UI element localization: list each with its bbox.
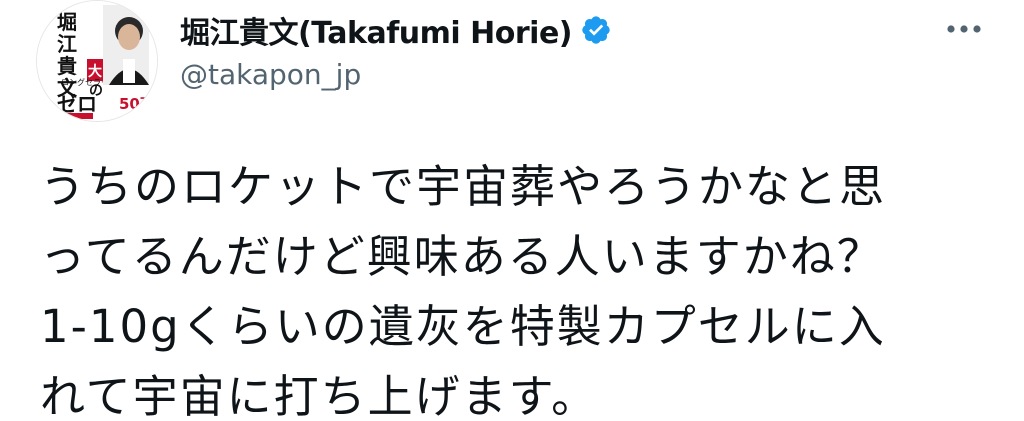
tweet-text: うちのロケットで宇宙葬やろうかなと思 ってるんだけど興味ある人いますかね？ 1-… xyxy=(40,152,1000,421)
svg-text:貴: 貴 xyxy=(57,54,77,78)
svg-text:江: 江 xyxy=(57,32,77,56)
svg-text:50万部: 50万部 xyxy=(119,95,157,113)
author-display-name[interactable]: 堀江貴文(Takafumi Horie) xyxy=(180,8,573,52)
tweet-text-line: 1-10gくらいの遺灰を特製カプセルに入 xyxy=(40,300,886,353)
author-name-row: 堀江貴文(Takafumi Horie) xyxy=(180,8,612,52)
tweet-text-line: れて宇宙に打ち上げます。 xyxy=(40,370,599,421)
svg-text:ゼロ: ゼロ xyxy=(57,92,97,116)
tweet-text-line: うちのロケットで宇宙葬やろうかなと思 xyxy=(40,160,887,213)
author-handle[interactable]: @takapon_jp xyxy=(180,58,361,91)
verified-badge-icon xyxy=(580,14,612,46)
tweet-text-line: ってるんだけど興味ある人いますかね？ xyxy=(40,230,884,283)
avatar[interactable]: 堀 江 貴 文 大 の ロングセラー ゼロ 50万部 xyxy=(36,0,158,122)
tweet: 堀 江 貴 文 大 の ロングセラー ゼロ 50万部 堀江貴文(Takafumi… xyxy=(0,0,1024,421)
avatar-book-cover-image: 堀 江 貴 文 大 の ロングセラー ゼロ 50万部 xyxy=(37,1,157,121)
svg-text:ロングセラー: ロングセラー xyxy=(61,77,109,87)
svg-text:堀: 堀 xyxy=(57,10,77,34)
more-options-icon[interactable] xyxy=(944,14,984,44)
